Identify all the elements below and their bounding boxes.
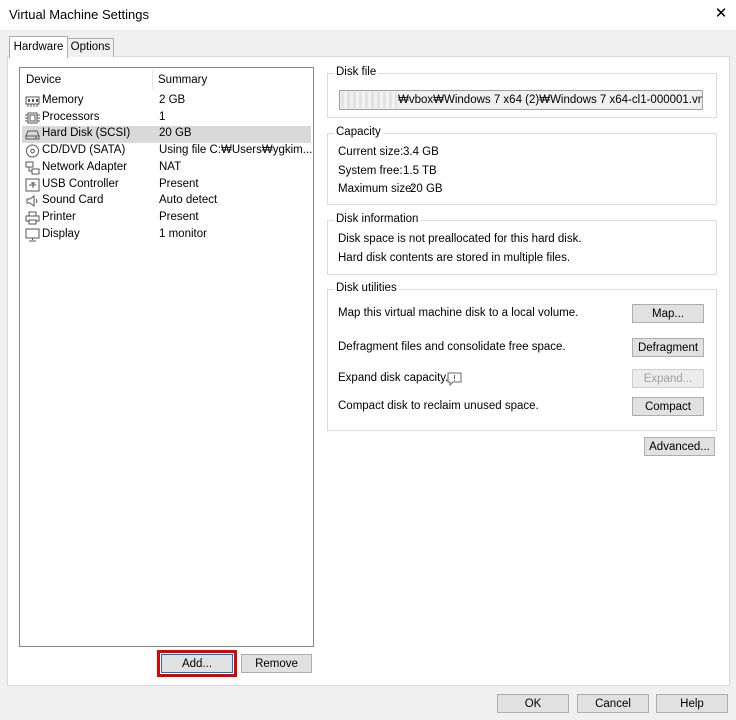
device-summary: 2 GB — [159, 94, 186, 106]
device-name: Printer — [42, 211, 76, 223]
device-name: Memory — [42, 94, 84, 106]
device-name: Processors — [42, 111, 100, 123]
disk-utilities-group: Disk utilities Map this virtual machine … — [327, 282, 717, 431]
maximum-size-label: Maximum size: — [338, 183, 415, 195]
capacity-label: Capacity — [334, 126, 383, 138]
cd-dvd-icon — [26, 144, 39, 158]
hard-disk-icon — [25, 130, 40, 140]
system-free-label: System free: — [338, 165, 403, 177]
device-row-processors[interactable]: Processors 1 — [22, 110, 311, 127]
usb-icon — [25, 178, 40, 192]
device-name: USB Controller — [42, 178, 119, 190]
defragment-button[interactable]: Defragment — [632, 338, 704, 357]
device-summary: NAT — [159, 161, 182, 173]
memory-icon — [25, 96, 40, 107]
help-button[interactable]: Help — [656, 694, 728, 713]
network-icon — [25, 161, 40, 175]
advanced-button[interactable]: Advanced... — [644, 437, 715, 456]
device-row-memory[interactable]: Memory 2 GB — [22, 93, 311, 110]
capacity-group: Capacity Current size: 3.4 GB System fre… — [327, 126, 717, 205]
disk-utilities-label: Disk utilities — [334, 282, 399, 294]
device-summary: Present — [159, 178, 199, 190]
device-name: CD/DVD (SATA) — [42, 144, 126, 156]
device-summary: Using file C:₩Users₩ygkim... — [159, 144, 313, 156]
device-row-cd-dvd[interactable]: CD/DVD (SATA) Using file C:₩Users₩ygkim.… — [22, 143, 313, 160]
add-button[interactable]: Add... — [161, 654, 233, 673]
compact-button[interactable]: Compact — [632, 397, 704, 416]
map-button[interactable]: Map... — [632, 304, 704, 323]
disk-info-line-2: Hard disk contents are stored in multipl… — [338, 252, 571, 264]
device-name: Sound Card — [42, 194, 104, 206]
info-tooltip-icon[interactable] — [447, 372, 462, 386]
redacted-path-segment — [341, 92, 397, 108]
expand-description: Expand disk capacity. — [338, 372, 449, 384]
disk-file-group: Disk file ₩vbox₩Windows 7 x64 (2)₩Window… — [327, 66, 717, 118]
device-summary: Present — [159, 211, 199, 223]
device-summary: 1 monitor — [159, 228, 207, 240]
disk-information-group: Disk information Disk space is not preal… — [327, 213, 717, 275]
ok-button[interactable]: OK — [497, 694, 569, 713]
current-size-value: 3.4 GB — [403, 146, 439, 158]
expand-button[interactable]: Expand... — [632, 369, 704, 388]
map-description: Map this virtual machine disk to a local… — [338, 307, 579, 319]
tab-options[interactable]: Options — [67, 38, 114, 57]
maximum-size-value: 20 GB — [410, 183, 443, 195]
window-title: Virtual Machine Settings — [9, 7, 149, 22]
processor-icon — [25, 112, 40, 124]
printer-icon — [25, 211, 40, 225]
device-summary: Auto detect — [159, 194, 218, 206]
disk-file-label: Disk file — [334, 66, 379, 78]
disk-information-label: Disk information — [334, 213, 421, 225]
close-icon[interactable]: ✕ — [712, 4, 730, 24]
tab-hardware[interactable]: Hardware — [9, 36, 68, 58]
compact-description: Compact disk to reclaim unused space. — [338, 400, 539, 412]
monitor-icon — [25, 228, 40, 242]
column-header-device[interactable]: Device — [26, 74, 61, 86]
device-name: Display — [42, 228, 80, 240]
cancel-button[interactable]: Cancel — [577, 694, 649, 713]
device-row-network-adapter[interactable]: Network Adapter NAT — [22, 160, 311, 177]
disk-file-field[interactable]: ₩vbox₩Windows 7 x64 (2)₩Windows 7 x64-cl… — [339, 90, 703, 110]
system-free-value: 1.5 TB — [403, 165, 437, 177]
device-summary: 20 GB — [159, 127, 192, 139]
device-row-sound-card[interactable]: Sound Card Auto detect — [22, 193, 311, 210]
disk-info-line-1: Disk space is not preallocated for this … — [338, 233, 582, 245]
column-header-summary[interactable]: Summary — [158, 74, 207, 86]
speaker-icon — [26, 195, 38, 207]
device-row-printer[interactable]: Printer Present — [22, 210, 311, 227]
device-list[interactable]: Device Summary Memory 2 GB Processors 1 … — [19, 67, 314, 647]
device-row-display[interactable]: Display 1 monitor — [22, 227, 311, 244]
column-divider — [152, 70, 153, 90]
device-name: Hard Disk (SCSI) — [42, 127, 131, 139]
device-summary: 1 — [159, 111, 166, 123]
disk-file-path: ₩vbox₩Windows 7 x64 (2)₩Windows 7 x64-cl… — [398, 94, 703, 106]
current-size-label: Current size: — [338, 146, 404, 158]
defragment-description: Defragment files and consolidate free sp… — [338, 341, 566, 353]
device-row-hard-disk[interactable]: Hard Disk (SCSI) 20 GB — [22, 126, 311, 143]
device-row-usb-controller[interactable]: USB Controller Present — [22, 177, 311, 194]
remove-button[interactable]: Remove — [241, 654, 312, 673]
device-name: Network Adapter — [42, 161, 128, 173]
